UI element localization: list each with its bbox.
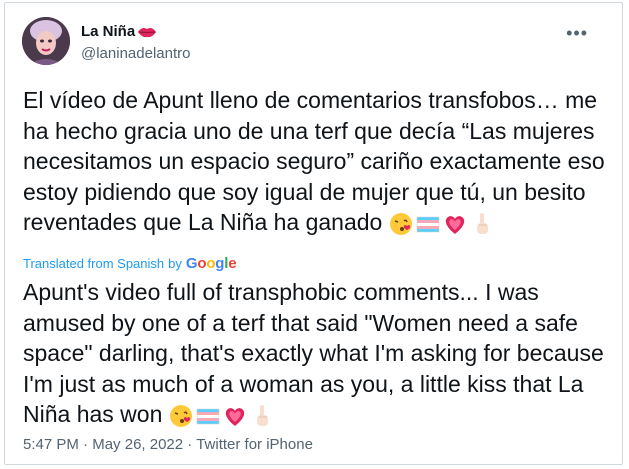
display-name[interactable]: La Niña [81, 23, 135, 40]
translated-text: Apunt's video full of transphobic commen… [23, 279, 604, 427]
tweet-translated-text: Apunt's video full of transphobic commen… [23, 277, 613, 430]
tweet-card: La Niña @laninadelantro ••• El vídeo de … [4, 2, 623, 465]
more-options-icon[interactable]: ••• [566, 23, 588, 44]
tweet-source[interactable]: Twitter for iPhone [196, 436, 313, 453]
google-logo: Google [185, 255, 237, 272]
avatar[interactable] [22, 17, 70, 65]
transgender-flag-emoji-icon [416, 216, 439, 233]
translated-label[interactable]: Translated from Spanish [23, 256, 164, 271]
kissing-face-emoji-icon [169, 404, 192, 427]
pointing-up-emoji-icon [256, 404, 268, 426]
translated-by-google-link[interactable]: Translated from Spanish by Google [23, 255, 237, 272]
transgender-flag-emoji-icon [196, 408, 219, 425]
growing-heart-emoji-icon [225, 408, 244, 426]
tweet-original-text: El vídeo de Apunt lleno de comentarios t… [23, 85, 613, 238]
original-text: El vídeo de Apunt lleno de comentarios t… [23, 87, 605, 235]
tweet-time[interactable]: 5:47 PM [23, 436, 79, 453]
pointing-up-emoji-icon [476, 212, 488, 234]
kissing-face-emoji-icon [389, 212, 412, 235]
original-emoji-row [389, 212, 494, 236]
author-handle[interactable]: @laninadelantro [81, 45, 190, 62]
translated-emoji-row [169, 404, 274, 428]
lips-emoji-icon [138, 27, 157, 37]
meta-separator: · [187, 436, 193, 453]
translated-by-word[interactable]: by [168, 256, 182, 271]
tweet-date[interactable]: May 26, 2022 [92, 436, 183, 453]
author-name-row[interactable]: La Niña [81, 23, 157, 40]
growing-heart-emoji-icon [445, 216, 464, 234]
tweet-meta: 5:47 PM · May 26, 2022 · Twitter for iPh… [23, 436, 313, 453]
meta-separator: · [83, 436, 89, 453]
